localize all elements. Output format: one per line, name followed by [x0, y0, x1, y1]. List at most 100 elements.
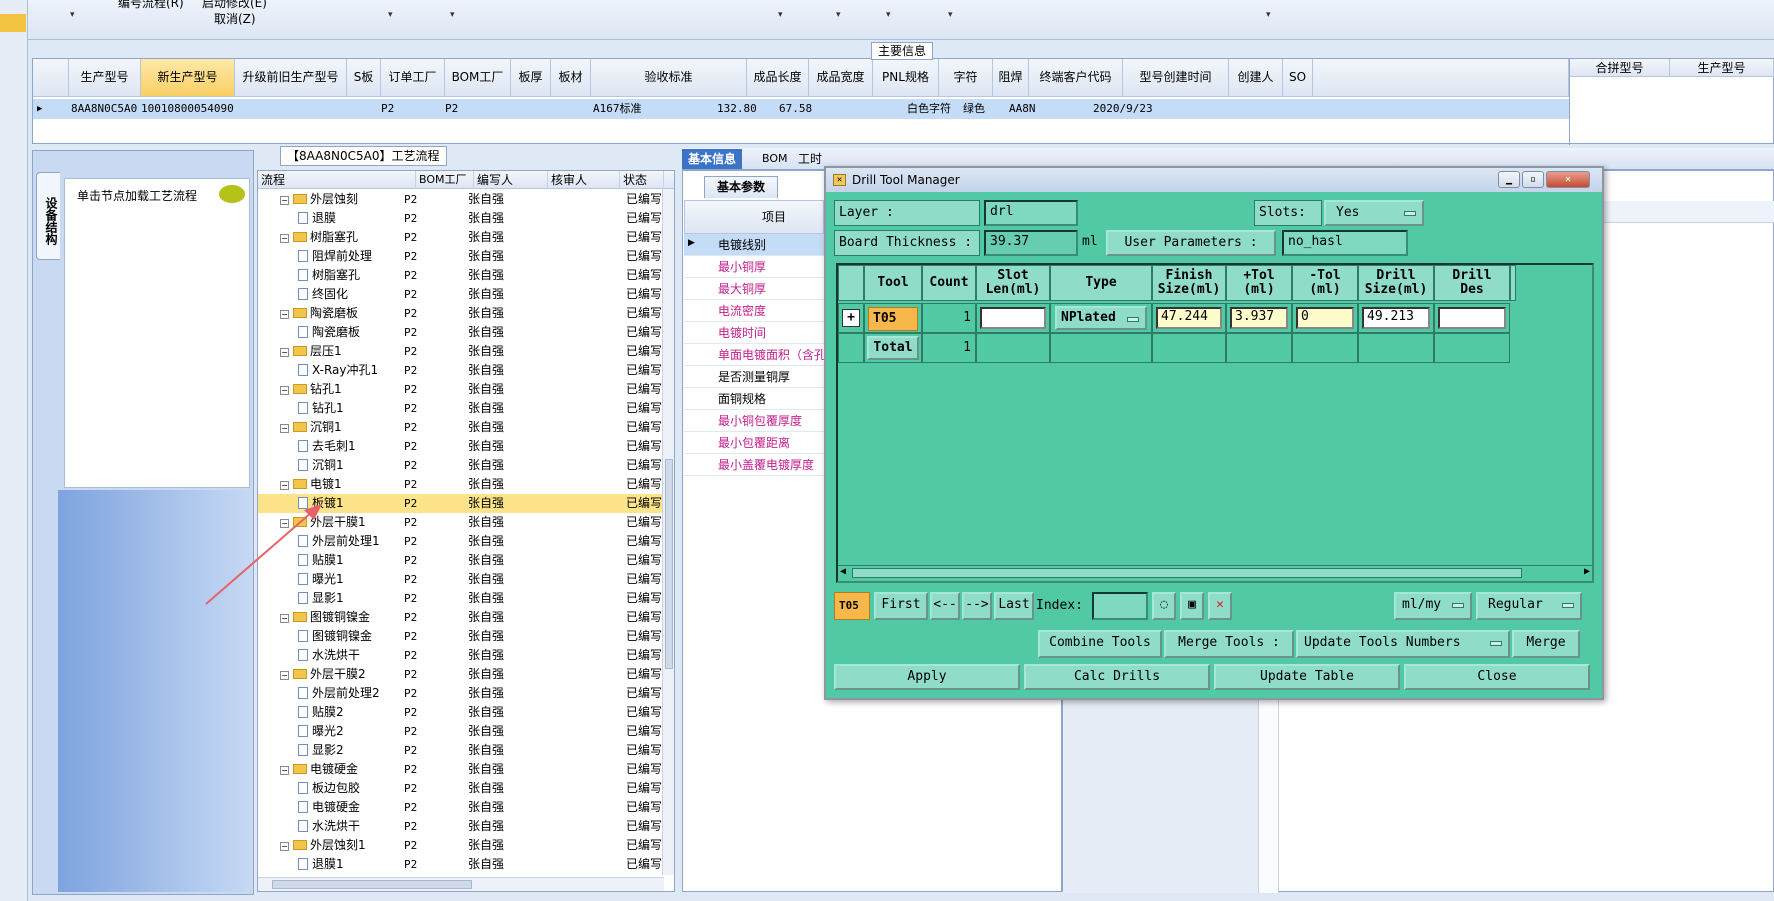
maximize-icon[interactable]: ▫	[1522, 171, 1544, 188]
col-width[interactable]: 成品宽度	[809, 59, 873, 97]
col-bom-factory[interactable]: BOM工厂	[416, 171, 474, 189]
tree-row[interactable]: − 沉铜1 P2 张自强 已编写	[258, 418, 664, 437]
collapse-icon[interactable]: −	[280, 348, 289, 357]
col-old-model[interactable]: 升级前旧生产型号	[235, 59, 347, 97]
col-order-factory[interactable]: 订单工厂	[381, 59, 445, 97]
col-so[interactable]: SO	[1283, 59, 1313, 97]
first-button[interactable]: First	[874, 592, 928, 620]
chevron-down-icon[interactable]: ▾	[948, 10, 953, 20]
minus-tol-input[interactable]: 0	[1296, 307, 1354, 329]
col-customer[interactable]: 终端客户代码	[1029, 59, 1123, 97]
col-writer[interactable]: 编写人	[474, 171, 548, 189]
prev-button[interactable]: <--	[930, 592, 960, 620]
property-row[interactable]: 最大铜厚	[684, 278, 824, 300]
drill-des-input[interactable]	[1438, 307, 1506, 329]
scroll-thumb[interactable]	[852, 568, 1522, 578]
thickness-field[interactable]: 39.37	[984, 230, 1078, 256]
type-option[interactable]: NPlated	[1055, 306, 1147, 330]
tree-row[interactable]: − 树脂塞孔 P2 张自强 已编写	[258, 228, 664, 247]
scroll-thumb[interactable]	[665, 459, 673, 669]
chevron-down-icon[interactable]: ▾	[886, 10, 891, 20]
col-s-board[interactable]: S板	[347, 59, 381, 97]
tab-basic-params[interactable]: 基本参数	[704, 176, 779, 198]
col-bom-factory[interactable]: BOM工厂	[445, 59, 511, 97]
collapse-icon[interactable]: −	[280, 310, 289, 319]
tree-row[interactable]: 曝光2 P2 张自强 已编写	[258, 722, 664, 741]
col-created[interactable]: 型号创建时间	[1123, 59, 1229, 97]
tree-row[interactable]: 退膜 P2 张自强 已编写	[258, 209, 664, 228]
col-new-model[interactable]: 新生产型号	[141, 59, 235, 97]
index-input[interactable]	[1092, 592, 1148, 620]
tab-basic-info[interactable]: 基本信息	[682, 149, 743, 169]
apply-button[interactable]: Apply	[834, 664, 1020, 690]
mode-option[interactable]: Regular	[1476, 592, 1582, 620]
scroll-left-icon[interactable]: ◀	[840, 566, 846, 577]
tree-row[interactable]: 去毛刺1 P2 张自强 已编写	[258, 437, 664, 456]
bulb-icon[interactable]: ◌	[1152, 592, 1176, 620]
drill-size-input[interactable]: 49.213	[1362, 307, 1430, 329]
property-row[interactable]: 最小盖覆电镀厚度	[684, 454, 824, 476]
chevron-down-icon[interactable]: ▾	[836, 10, 841, 20]
close-icon[interactable]: ✕	[1546, 171, 1590, 188]
finish-size-input[interactable]: 47.244	[1156, 307, 1222, 329]
expand-icon[interactable]: +	[842, 309, 860, 327]
merge-button[interactable]: Merge	[1512, 630, 1580, 658]
collapse-icon[interactable]: −	[280, 386, 289, 395]
tree-row[interactable]: − 层压1 P2 张自强 已编写	[258, 342, 664, 361]
layer-field[interactable]: drl	[984, 200, 1078, 226]
tab-bom[interactable]: BOM	[756, 149, 794, 169]
tree-row[interactable]: − 电镀硬金 P2 张自强 已编写	[258, 760, 664, 779]
tree-row[interactable]: 阻焊前处理 P2 张自强 已编写	[258, 247, 664, 266]
chevron-down-icon[interactable]: ▾	[388, 10, 393, 20]
minimize-icon[interactable]: ▁	[1498, 171, 1520, 188]
slots-option[interactable]: Yes	[1324, 200, 1424, 226]
collapse-icon[interactable]: −	[280, 234, 289, 243]
tree-row[interactable]: − 外层蚀刻1 P2 张自强 已编写	[258, 836, 664, 855]
property-row[interactable]: 电镀时间	[684, 322, 824, 344]
tree-row[interactable]: X-Ray冲孔1 P2 张自强 已编写	[258, 361, 664, 380]
calc-drills-button[interactable]: Calc Drills	[1024, 664, 1210, 690]
property-row[interactable]: 单面电镀面积（含孔	[684, 344, 824, 366]
close-button[interactable]: Close	[1404, 664, 1590, 690]
tree-row[interactable]: 树脂塞孔 P2 张自强 已编写	[258, 266, 664, 285]
tree-row[interactable]: 终固化 P2 张自强 已编写	[258, 285, 664, 304]
col-prod-model[interactable]: 生产型号	[1670, 59, 1774, 77]
grid-horizontal-scrollbar[interactable]: ◀ ▶	[838, 565, 1592, 581]
collapse-icon[interactable]: −	[280, 842, 289, 851]
property-row[interactable]: 电流密度	[684, 300, 824, 322]
scroll-thumb[interactable]	[272, 880, 472, 889]
tree-row[interactable]: 陶瓷磨板 P2 张自强 已编写	[258, 323, 664, 342]
tree-horizontal-scrollbar[interactable]	[258, 877, 664, 891]
combine-tools-button[interactable]: Combine Tools	[1038, 630, 1162, 658]
property-row[interactable]: 面铜规格	[684, 388, 824, 410]
user-params-field[interactable]: no_hasl	[1282, 230, 1408, 256]
merge-option[interactable]: Update Tools Numbers	[1296, 630, 1510, 658]
collapse-icon[interactable]: −	[280, 766, 289, 775]
col-standard[interactable]: 验收标准	[591, 59, 747, 97]
property-row[interactable]: 最小铜厚	[684, 256, 824, 278]
collapse-icon[interactable]: −	[280, 481, 289, 490]
save-icon[interactable]: ▣	[1180, 592, 1204, 620]
top-label-flow[interactable]: 编号流程(R)	[118, 0, 184, 11]
tree-row[interactable]: 水洗烘干 P2 张自强 已编写	[258, 817, 664, 836]
row-expand-cell[interactable]: +	[838, 303, 864, 333]
col-merge-model[interactable]: 合拼型号	[1570, 59, 1670, 77]
tree-row[interactable]: 退膜1 P2 张自强 已编写	[258, 855, 664, 874]
top-label-cancel[interactable]: 取消(Z)	[214, 10, 256, 27]
chevron-down-icon[interactable]: ▾	[778, 10, 783, 20]
col-reviewer[interactable]: 核审人	[548, 171, 620, 189]
next-button[interactable]: -->	[962, 592, 992, 620]
col-length[interactable]: 成品长度	[747, 59, 809, 97]
chevron-down-icon[interactable]: ▾	[70, 10, 75, 20]
property-row[interactable]: 电镀线别	[684, 234, 824, 256]
tree-row[interactable]: 图镀铜镍金 P2 张自强 已编写	[258, 627, 664, 646]
col-material[interactable]: 板材	[551, 59, 591, 97]
tree-row[interactable]: − 外层蚀刻 P2 张自强 已编写	[258, 190, 664, 209]
collapse-icon[interactable]: −	[280, 196, 289, 205]
property-row[interactable]: 是否测量铜厚	[684, 366, 824, 388]
update-table-button[interactable]: Update Table	[1214, 664, 1400, 690]
tree-row[interactable]: − 图镀铜镍金 P2 张自强 已编写	[258, 608, 664, 627]
property-row[interactable]: 最小包覆距离	[684, 432, 824, 454]
col-pnl[interactable]: PNL规格	[873, 59, 939, 97]
chevron-down-icon[interactable]: ▾	[450, 10, 455, 20]
